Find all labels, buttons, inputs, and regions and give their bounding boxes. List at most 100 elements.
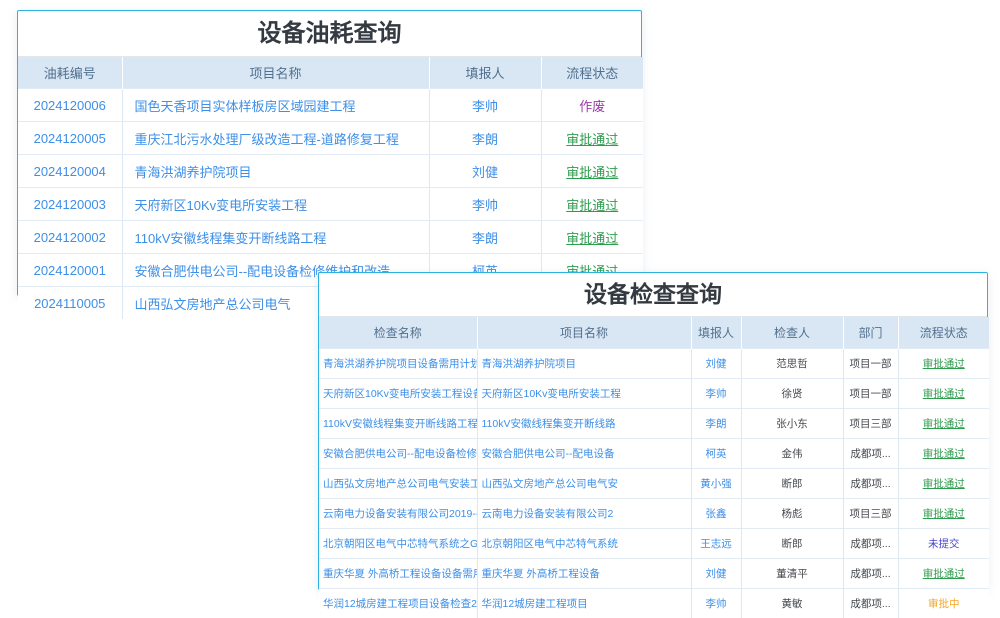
inspector-name: 断郎 [741,529,843,559]
fuel-id-link[interactable]: 2024120005 [18,122,122,155]
column-header-flow-status: 流程状态 [541,57,643,89]
department-cell: 项目三部 [843,409,898,439]
project-name-link[interactable]: 华润12城房建工程项目 [477,589,691,618]
inspector-name: 黄敏 [741,589,843,618]
status-cell: 作废 [541,89,643,122]
reporter-name[interactable]: 李朗 [429,221,541,254]
table-row: 2024120006国色天香项目实体样板房区域园建工程李帅作废 [18,89,643,122]
inspection-name-link[interactable]: 安徽合肥供电公司--配电设备检修维 [319,439,477,469]
project-name-link[interactable]: 安徽合肥供电公司--配电设备 [477,439,691,469]
reporter-name[interactable]: 李帅 [691,589,741,618]
fuel-id-link[interactable]: 2024120003 [18,188,122,221]
inspection-name-link[interactable]: 云南电力设备安装有限公司2019-- [319,499,477,529]
reporter-name[interactable]: 李朗 [691,409,741,439]
project-name-link[interactable]: 重庆江北污水处理厂级改造工程-道路修复工程 [122,122,429,155]
department-cell: 成都项... [843,559,898,589]
status-cell[interactable]: 审批通过 [541,122,643,155]
project-name-link[interactable]: 云南电力设备安装有限公司2 [477,499,691,529]
project-name-link[interactable]: 110kV安徽线程集变开断线路 [477,409,691,439]
inspection-table-header-row: 检查名称 项目名称 填报人 检查人 部门 流程状态 [319,317,989,349]
inspector-name: 徐贤 [741,379,843,409]
status-cell[interactable]: 审批通过 [541,155,643,188]
status-cell[interactable]: 审批通过 [898,559,989,589]
column-header-inspection-name: 检查名称 [319,317,477,349]
inspection-name-link[interactable]: 天府新区10Kv变电所安装工程设备 [319,379,477,409]
inspection-name-link[interactable]: 重庆华夏 外高桥工程设备设备需用 [319,559,477,589]
project-name-link[interactable]: 天府新区10Kv变电所安装工程 [477,379,691,409]
table-row: 云南电力设备安装有限公司2019--云南电力设备安装有限公司2张鑫杨彪项目三部审… [319,499,989,529]
inspection-name-link[interactable]: 110kV安徽线程集变开断线路工程设 [319,409,477,439]
fuel-id-link[interactable]: 2024120006 [18,89,122,122]
project-name-link[interactable]: 青海洪湖养护院项目 [122,155,429,188]
reporter-name[interactable]: 李帅 [429,188,541,221]
department-cell: 项目一部 [843,379,898,409]
department-cell: 成都项... [843,439,898,469]
reporter-name[interactable]: 刘健 [691,559,741,589]
inspector-name: 范思哲 [741,349,843,379]
table-row: 2024120002110kV安徽线程集变开断线路工程李朗审批通过 [18,221,643,254]
status-cell[interactable]: 审批通过 [898,469,989,499]
table-row: 北京朝阳区电气中芯特气系统之GI北京朝阳区电气中芯特气系统王志远断郎成都项...… [319,529,989,559]
inspection-name-link[interactable]: 北京朝阳区电气中芯特气系统之GI [319,529,477,559]
fuel-panel-title: 设备油耗查询 [18,11,641,57]
status-cell[interactable]: 审批通过 [541,221,643,254]
project-name-link[interactable]: 北京朝阳区电气中芯特气系统 [477,529,691,559]
inspection-panel-title: 设备检查查询 [319,273,987,317]
table-row: 重庆华夏 外高桥工程设备设备需用重庆华夏 外高桥工程设备刘健董清平成都项...审… [319,559,989,589]
table-row: 2024120003天府新区10Kv变电所安装工程李帅审批通过 [18,188,643,221]
table-row: 110kV安徽线程集变开断线路工程设110kV安徽线程集变开断线路李朗张小东项目… [319,409,989,439]
table-row: 2024120005重庆江北污水处理厂级改造工程-道路修复工程李朗审批通过 [18,122,643,155]
inspector-name: 董清平 [741,559,843,589]
project-name-link[interactable]: 国色天香项目实体样板房区域园建工程 [122,89,429,122]
status-cell: 未提交 [898,529,989,559]
status-cell[interactable]: 审批通过 [898,349,989,379]
column-header-reporter: 填报人 [429,57,541,89]
reporter-name[interactable]: 李帅 [429,89,541,122]
status-cell: 审批中 [898,589,989,618]
reporter-name[interactable]: 李帅 [691,379,741,409]
column-header-reporter: 填报人 [691,317,741,349]
table-row: 2024120004青海洪湖养护院项目刘健审批通过 [18,155,643,188]
department-cell: 成都项... [843,469,898,499]
reporter-name[interactable]: 李朗 [429,122,541,155]
column-header-flow-status: 流程状态 [898,317,989,349]
reporter-name[interactable]: 柯英 [691,439,741,469]
reporter-name[interactable]: 刘健 [429,155,541,188]
table-row: 华润12城房建工程项目设备检查2华润12城房建工程项目李帅黄敏成都项...审批中 [319,589,989,618]
table-row: 安徽合肥供电公司--配电设备检修维安徽合肥供电公司--配电设备柯英金伟成都项..… [319,439,989,469]
inspection-name-link[interactable]: 山西弘文房地产总公司电气安装工 [319,469,477,499]
project-name-link[interactable]: 天府新区10Kv变电所安装工程 [122,188,429,221]
project-name-link[interactable]: 青海洪湖养护院项目 [477,349,691,379]
status-cell[interactable]: 审批通过 [898,409,989,439]
status-cell[interactable]: 审批通过 [898,499,989,529]
column-header-department: 部门 [843,317,898,349]
reporter-name[interactable]: 黄小强 [691,469,741,499]
project-name-link[interactable]: 110kV安徽线程集变开断线路工程 [122,221,429,254]
inspector-name: 金伟 [741,439,843,469]
fuel-id-link[interactable]: 2024120002 [18,221,122,254]
inspection-name-link[interactable]: 华润12城房建工程项目设备检查2 [319,589,477,618]
reporter-name[interactable]: 张鑫 [691,499,741,529]
table-row: 天府新区10Kv变电所安装工程设备天府新区10Kv变电所安装工程李帅徐贤项目一部… [319,379,989,409]
inspector-name: 张小东 [741,409,843,439]
fuel-id-link[interactable]: 2024120004 [18,155,122,188]
status-cell[interactable]: 审批通过 [541,188,643,221]
table-row: 山西弘文房地产总公司电气安装工山西弘文房地产总公司电气安黄小强断郎成都项...审… [319,469,989,499]
reporter-name[interactable]: 刘健 [691,349,741,379]
project-name-link[interactable]: 重庆华夏 外高桥工程设备 [477,559,691,589]
inspection-name-link[interactable]: 青海洪湖养护院项目设备需用计划 [319,349,477,379]
fuel-query-panel: 设备油耗查询 油耗编号 项目名称 填报人 流程状态 2024120006国色天香… [17,10,642,296]
department-cell: 项目一部 [843,349,898,379]
status-cell[interactable]: 审批通过 [898,379,989,409]
fuel-id-link[interactable]: 2024110005 [18,287,122,320]
department-cell: 成都项... [843,589,898,618]
column-header-project-name: 项目名称 [122,57,429,89]
inspector-name: 断郎 [741,469,843,499]
reporter-name[interactable]: 王志远 [691,529,741,559]
fuel-table-header-row: 油耗编号 项目名称 填报人 流程状态 [18,57,643,89]
fuel-id-link[interactable]: 2024120001 [18,254,122,287]
project-name-link[interactable]: 山西弘文房地产总公司电气安 [477,469,691,499]
department-cell: 成都项... [843,529,898,559]
table-row: 青海洪湖养护院项目设备需用计划青海洪湖养护院项目刘健范思哲项目一部审批通过 [319,349,989,379]
status-cell[interactable]: 审批通过 [898,439,989,469]
